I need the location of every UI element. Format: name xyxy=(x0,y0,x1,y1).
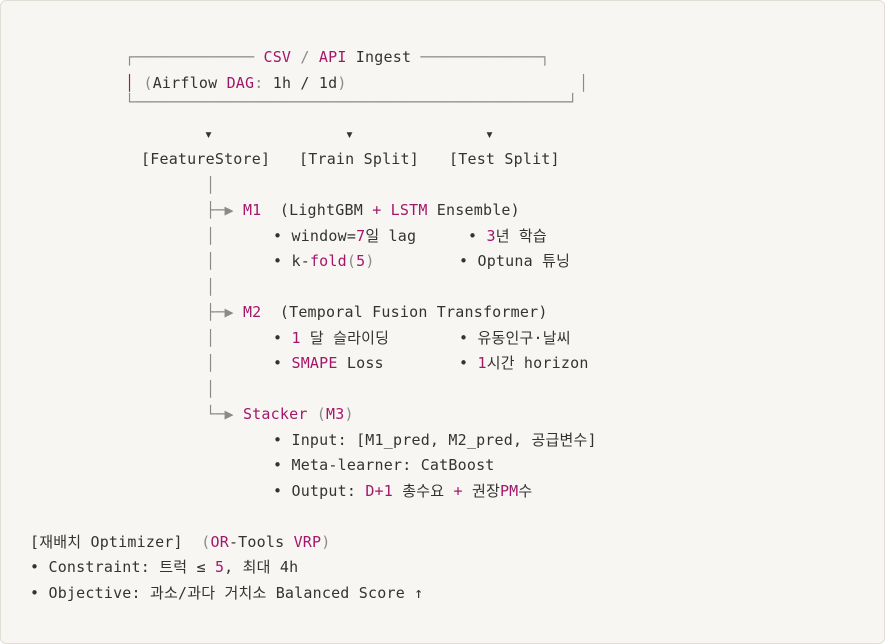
stage-test-split: [Test Split] xyxy=(449,150,560,168)
stage-train-split: [Train Split] xyxy=(299,150,419,168)
tree-trunk: │ xyxy=(206,380,216,398)
stage-featurestore: [FeatureStore] xyxy=(141,150,271,168)
stacker-label: Stacker xyxy=(242,405,308,423)
stacker-bullet-meta: • Meta-learner: CatBoost xyxy=(273,456,495,474)
tree-trunk: │ xyxy=(206,227,216,245)
optimizer-constraint: • Constraint: 트럭 ≤ 5, 최대 4h xyxy=(30,558,299,576)
tree-trunk: │ xyxy=(206,176,216,194)
m1-label: M1 xyxy=(242,201,262,219)
m1-bullet-kfold: • k-fold(5) xyxy=(273,252,375,270)
tree-trunk: │ xyxy=(206,278,216,296)
tree-trunk: │ xyxy=(206,252,216,270)
schedule-text: 1h / 1d xyxy=(272,74,338,92)
tree-trunk: │ xyxy=(206,354,216,372)
stacker-bullet-input: • Input: [M1_pred, M2_pred, 공급변수] xyxy=(273,431,597,449)
csv-label: CSV xyxy=(263,48,292,66)
ingest-box-middle: │ (Airflow DAG: 1h / 1d) xyxy=(125,74,347,92)
dag-label: DAG xyxy=(226,74,255,92)
m2-label: M2 xyxy=(242,303,262,321)
stacker-bullet-output: • Output: D+1 총수요 + 권장PM수 xyxy=(273,482,533,500)
ingest-box-bottom: └───────────────────────────────────────… xyxy=(125,93,578,111)
api-label: API xyxy=(318,48,347,66)
optimizer-title: [재배치 Optimizer] (OR-Tools VRP) xyxy=(30,533,331,551)
tree-trunk: │ xyxy=(206,329,216,347)
m1-bullet-window: • window=7일 lag xyxy=(273,227,417,245)
m2-bullet-horizon: • 1시간 horizon xyxy=(459,354,589,372)
m1-bullet-years: • 3년 학습 xyxy=(468,227,547,245)
optimizer-objective: • Objective: 과소/과다 거치소 Balanced Score ↑ xyxy=(30,584,424,602)
m2-row: ├─▶ M2 (Temporal Fusion Transformer) xyxy=(206,303,548,321)
m2-bullet-sliding: • 1 달 슬라이딩 xyxy=(273,329,390,347)
m2-bullet-smape: • SMAPE Loss xyxy=(273,354,384,372)
ingest-box-right-bar: │ xyxy=(579,74,589,92)
m2-bullet-weather: • 유동인구·날씨 xyxy=(459,329,571,347)
ingest-box-top: ┌───────────── CSV / API Ingest ────────… xyxy=(125,48,550,66)
arrow-down-icon: ▾ xyxy=(204,125,214,143)
stacker-row: └─▶ Stacker (M3) xyxy=(206,405,354,423)
arrow-down-icon: ▾ xyxy=(345,125,355,143)
arrow-down-icon: ▾ xyxy=(485,125,495,143)
m1-bullet-optuna: • Optuna 튜닝 xyxy=(459,252,571,270)
code-block: ┌───────────── CSV / API Ingest ────────… xyxy=(0,0,885,644)
m1-row: ├─▶ M1 (LightGBM + LSTM Ensemble) xyxy=(206,201,520,219)
